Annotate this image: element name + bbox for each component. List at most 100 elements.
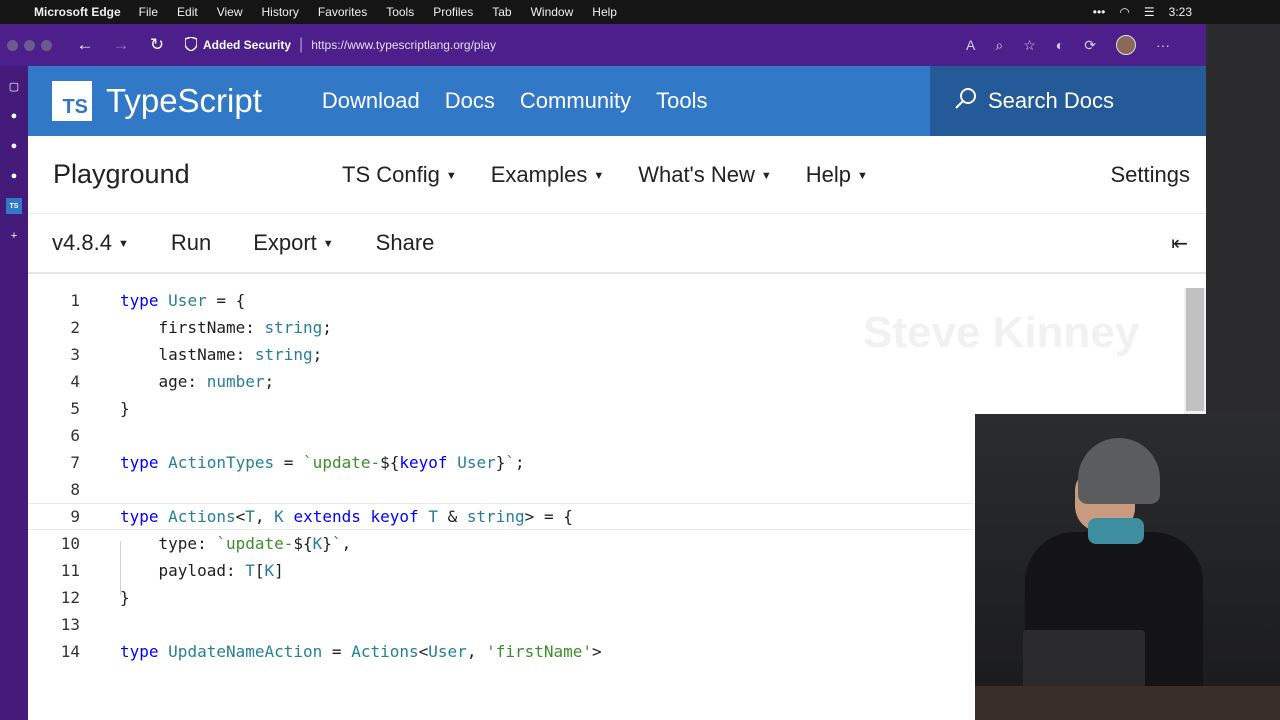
browser-toolbar: ← → ↻ Added Security | https://www.types… bbox=[0, 24, 1206, 66]
code-line: 6 bbox=[28, 422, 973, 449]
line-number: 7 bbox=[70, 453, 80, 472]
search-docs-button[interactable]: Search Docs bbox=[930, 66, 1206, 136]
tab-favicon-2[interactable]: ● bbox=[6, 138, 22, 154]
clock[interactable]: 3:23 bbox=[1169, 5, 1192, 19]
minimize-window-button[interactable] bbox=[24, 39, 35, 51]
examples-label: Examples bbox=[490, 161, 588, 187]
code-line: 4 age: number; bbox=[28, 368, 973, 395]
new-tab-icon[interactable]: + bbox=[6, 228, 22, 244]
code-line: 1 type User = { bbox=[28, 287, 973, 314]
podium bbox=[975, 686, 1280, 720]
forward-button[interactable]: → bbox=[103, 35, 139, 55]
playground-menus: TS Config ▼ Examples ▼ What's New ▼ Help ▼ bbox=[342, 162, 868, 188]
nav-tools[interactable]: Tools bbox=[656, 88, 707, 114]
line-number: 8 bbox=[70, 480, 80, 499]
tab-favicon-1[interactable]: ● bbox=[6, 108, 22, 124]
code-line: 13 bbox=[28, 611, 973, 638]
chevron-down-icon: ▼ bbox=[445, 169, 457, 182]
line-number: 1 bbox=[70, 291, 80, 310]
search-docs-label: Search Docs bbox=[988, 88, 1114, 113]
settings-more-icon[interactable]: ··· bbox=[1156, 37, 1170, 53]
ts-config-menu[interactable]: TS Config ▼ bbox=[342, 162, 457, 188]
control-center-icon[interactable]: ☰ bbox=[1144, 5, 1155, 19]
collapse-sidebar-icon[interactable]: ⇤ bbox=[1171, 231, 1188, 256]
profile-avatar[interactable] bbox=[1116, 35, 1136, 55]
chevron-down-icon: ▼ bbox=[593, 169, 605, 182]
tab-favicon-3[interactable]: ● bbox=[6, 168, 22, 184]
export-menu[interactable]: Export ▼ bbox=[253, 230, 333, 256]
code-line: 3 lastName: string; bbox=[28, 341, 973, 368]
window-controls bbox=[7, 39, 67, 51]
video-backdrop bbox=[1206, 24, 1280, 414]
tab-actions-icon[interactable]: ▢ bbox=[6, 78, 22, 94]
more-icon[interactable]: ••• bbox=[1093, 5, 1106, 19]
brand-name[interactable]: TypeScript bbox=[106, 82, 262, 120]
code-text: lastName: string; bbox=[120, 345, 323, 364]
menu-tools[interactable]: Tools bbox=[386, 5, 414, 19]
code-line: 14 type UpdateNameAction = Actions<User,… bbox=[28, 638, 973, 665]
run-button[interactable]: Run bbox=[171, 230, 211, 256]
code-text: type Actions<T, K extends keyof T & stri… bbox=[120, 507, 573, 526]
security-indicator[interactable]: Added Security bbox=[184, 35, 292, 54]
code-text: } bbox=[120, 399, 130, 418]
menu-history[interactable]: History bbox=[262, 5, 299, 19]
code-text: type User = { bbox=[120, 291, 246, 310]
code-line: 10 type: `update-${K}`, bbox=[28, 530, 973, 557]
menu-view[interactable]: View bbox=[217, 5, 243, 19]
code-text: type ActionTypes = `update-${keyof User}… bbox=[120, 453, 525, 472]
code-line: 11 payload: T[K] bbox=[28, 557, 973, 584]
code-text: } bbox=[120, 588, 130, 607]
line-number: 13 bbox=[60, 615, 80, 634]
help-label: Help bbox=[805, 161, 852, 187]
shield-icon bbox=[184, 35, 198, 54]
export-label: Export bbox=[253, 230, 317, 255]
nav-community[interactable]: Community bbox=[520, 88, 631, 114]
nav-docs[interactable]: Docs bbox=[445, 88, 495, 114]
editor-toolbar: v4.8.4 ▼ Run Export ▼ Share ⇤ bbox=[28, 214, 1206, 274]
examples-menu[interactable]: Examples ▼ bbox=[491, 162, 604, 188]
menu-favorites[interactable]: Favorites bbox=[318, 5, 367, 19]
playground-nav: Playground TS Config ▼ Examples ▼ What's N… bbox=[28, 136, 1206, 214]
zoom-icon[interactable]: ⌕ bbox=[995, 37, 1003, 54]
code-line: 5 } bbox=[28, 395, 973, 422]
zoom-window-button[interactable] bbox=[41, 39, 52, 51]
chevron-down-icon: ▼ bbox=[117, 238, 129, 251]
menu-window[interactable]: Window bbox=[531, 5, 574, 19]
browser-actions: A ⌕ ☆ ◐ ⟳ ··· bbox=[966, 35, 1170, 55]
menubar-status: ••• ◠ ☰ 3:23 bbox=[1093, 0, 1192, 24]
macos-menu-bar: Microsoft Edge File Edit View History Fa… bbox=[0, 0, 1280, 24]
nav-download[interactable]: Download bbox=[322, 88, 420, 114]
scrollbar-thumb[interactable] bbox=[1186, 288, 1204, 411]
wifi-icon[interactable]: ◠ bbox=[1119, 5, 1129, 19]
version-select[interactable]: v4.8.4 ▼ bbox=[52, 230, 129, 256]
page-title: Playground bbox=[53, 159, 190, 189]
favorite-star-icon[interactable]: ☆ bbox=[1023, 37, 1036, 54]
tab-typescript-favicon[interactable]: TS bbox=[6, 198, 22, 214]
close-window-button[interactable] bbox=[7, 39, 18, 51]
share-button[interactable]: Share bbox=[376, 230, 435, 256]
line-number: 9 bbox=[70, 507, 80, 526]
address-bar[interactable]: https://www.typescriptlang.org/play bbox=[311, 38, 496, 52]
code-line: 12 } bbox=[28, 584, 973, 611]
menu-profiles[interactable]: Profiles bbox=[433, 5, 473, 19]
menu-help[interactable]: Help bbox=[592, 5, 617, 19]
reload-button[interactable]: ↻ bbox=[139, 35, 175, 55]
app-menu[interactable]: Microsoft Edge bbox=[34, 5, 121, 19]
ts-logo[interactable]: TS bbox=[52, 81, 92, 121]
read-aloud-icon[interactable]: A bbox=[966, 37, 975, 53]
laptop bbox=[1023, 630, 1145, 690]
url-divider: | bbox=[299, 36, 304, 53]
back-button[interactable]: ← bbox=[67, 35, 103, 55]
whats-new-menu[interactable]: What's New ▼ bbox=[638, 162, 772, 188]
sync-icon[interactable]: ⟳ bbox=[1084, 37, 1096, 54]
menu-tab[interactable]: Tab bbox=[492, 5, 511, 19]
menu-file[interactable]: File bbox=[139, 5, 158, 19]
settings-link[interactable]: Settings bbox=[1111, 162, 1191, 188]
chevron-down-icon: ▼ bbox=[322, 238, 334, 251]
extension-icon[interactable]: ◐ bbox=[1056, 37, 1064, 53]
line-number: 11 bbox=[60, 561, 80, 580]
code-line: 2 firstName: string; bbox=[28, 314, 973, 341]
help-menu[interactable]: Help ▼ bbox=[806, 162, 868, 188]
security-label: Added Security bbox=[203, 38, 292, 52]
menu-edit[interactable]: Edit bbox=[177, 5, 198, 19]
